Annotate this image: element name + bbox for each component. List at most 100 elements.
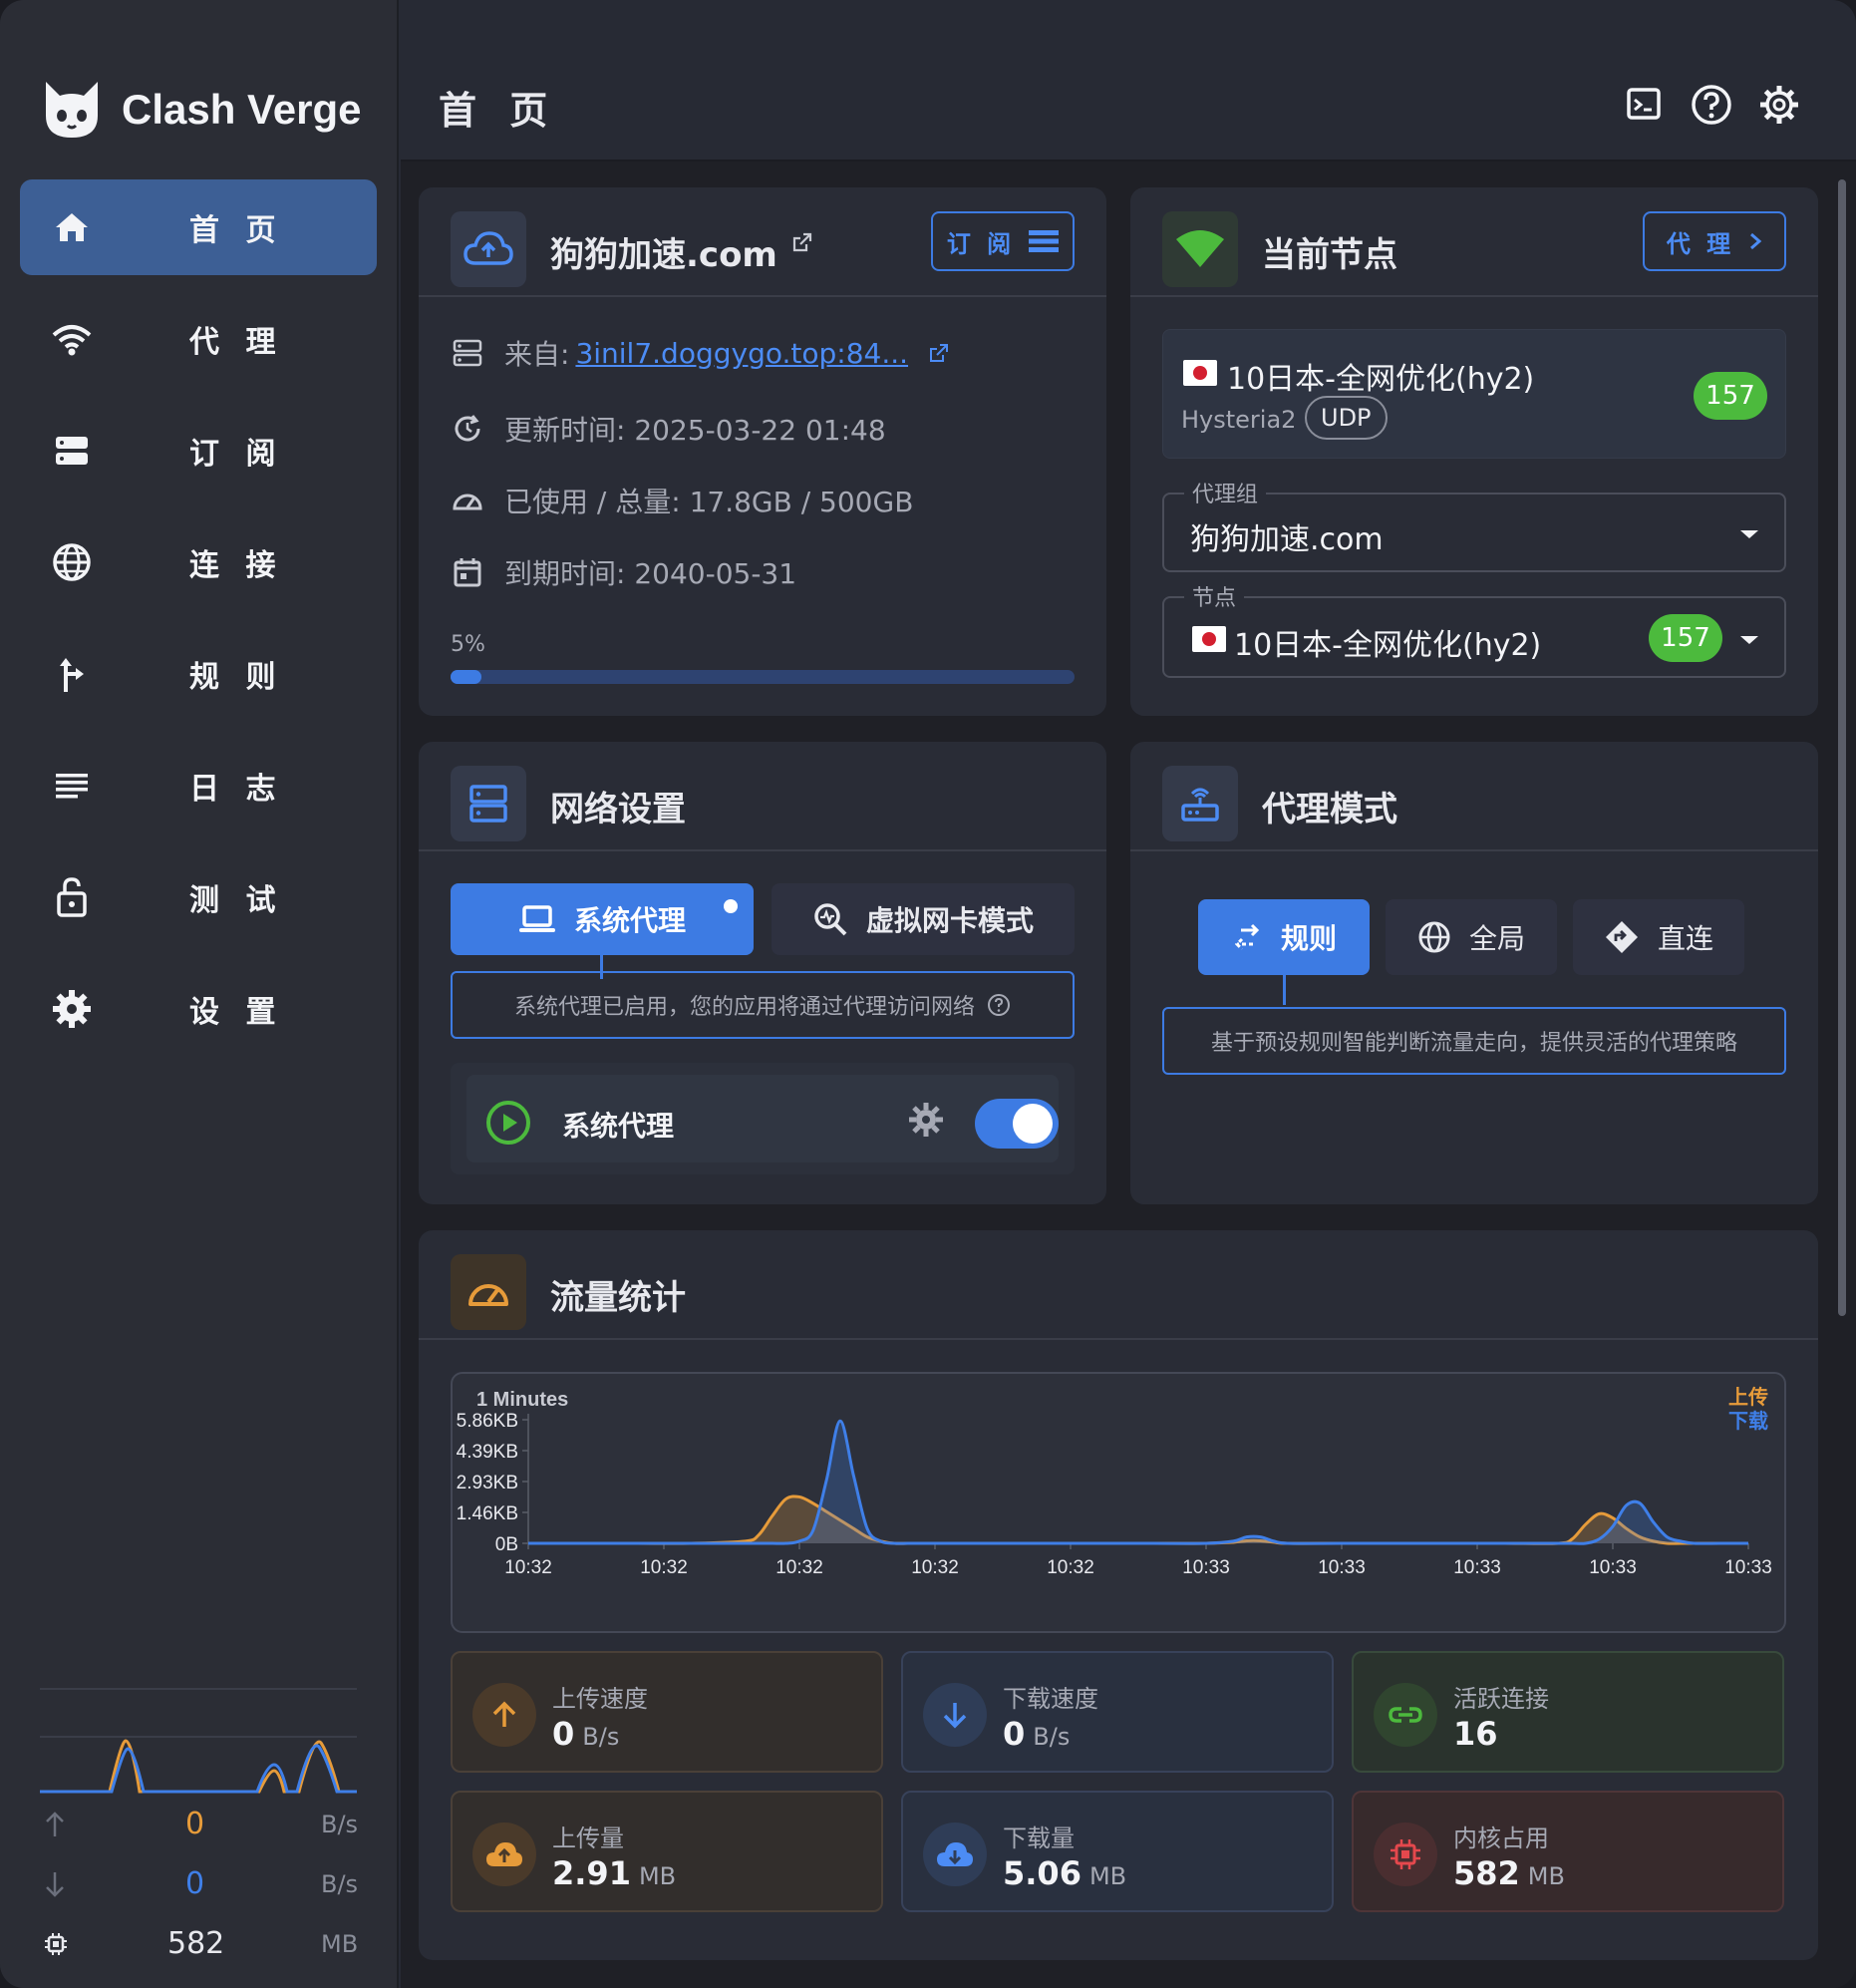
core-memory-stat: 内核占用 582 MB — [1352, 1791, 1784, 1912]
storage-icon — [453, 339, 482, 367]
external-link-icon[interactable] — [791, 231, 813, 253]
sidebar-item-proxy[interactable]: 代 理 — [20, 291, 377, 387]
gear-icon[interactable] — [907, 1101, 945, 1139]
network-settings-title: 网络设置 — [550, 790, 686, 829]
chart-x-tick-label: 10:32 — [911, 1557, 959, 1578]
arrow-up-icon — [46, 1812, 64, 1836]
speedometer-icon — [453, 494, 482, 510]
node-select[interactable]: 节点 10日本-全网优化(hy2) 157 — [1162, 580, 1786, 678]
fork-icon — [60, 658, 84, 692]
system-proxy-hint-text: 系统代理已启用，您的应用将通过代理访问网络 — [513, 995, 975, 1020]
source-label: 来自: — [504, 338, 570, 371]
page-title: 首 页 — [439, 89, 558, 133]
stat-value: 582 MB — [1453, 1854, 1565, 1892]
sidebar-upload-unit: B/s — [321, 1811, 359, 1838]
arrow-up-icon — [472, 1683, 536, 1747]
mode-direct-button[interactable]: 直连 — [1573, 899, 1744, 975]
current-node-name: 10日本-全网优化(hy2) — [1227, 362, 1535, 397]
upload-total-stat: 上传量 2.91 MB — [451, 1791, 883, 1912]
network-settings-card: 网络设置 系统代理 虚拟网卡模式 系统代理已启用，您的应用将通过代理访问网络 系… — [419, 742, 1106, 1204]
sidebar-upload-value: 0 — [185, 1807, 205, 1841]
lock-icon — [57, 877, 87, 917]
sidebar-item-subscription[interactable]: 订 阅 — [20, 403, 377, 498]
source-link[interactable]: 3inil7.doggygo.top:84... — [575, 337, 908, 370]
globe-icon — [1418, 921, 1450, 953]
current-node-title: 当前节点 — [1262, 235, 1397, 275]
sidebar-item-logs[interactable]: 日 志 — [20, 738, 377, 833]
chart-line-download — [528, 1419, 1748, 1545]
external-link-icon[interactable] — [928, 342, 950, 364]
mode-rule-label: 规则 — [1280, 922, 1337, 955]
proxy-group-value: 狗狗加速.com — [1190, 522, 1384, 557]
profile-expire-row: 到期时间: 2040-05-31 — [451, 552, 796, 592]
sidebar-divider — [40, 1688, 357, 1690]
proxy-button[interactable]: 代 理 — [1643, 211, 1786, 271]
mode-global-label: 全局 — [1468, 922, 1525, 955]
cloud-upload-icon — [472, 1822, 536, 1886]
terminal-icon[interactable] — [1621, 82, 1667, 128]
profile-source-row: 来自: 3inil7.doggygo.top:84... — [451, 333, 950, 373]
system-proxy-tab-label: 系统代理 — [573, 904, 686, 937]
sidebar-item-test[interactable]: 测 试 — [20, 849, 377, 945]
sidebar-traffic-graph — [40, 1736, 357, 1794]
sidebar-download-unit: B/s — [321, 1870, 359, 1898]
profile-usage-row: 已使用 / 总量: 17.8GB / 500GB — [451, 481, 913, 520]
active-dot — [724, 899, 738, 913]
subscription-button-label: 订 阅 — [946, 229, 1016, 258]
switch-knob — [1013, 1104, 1053, 1144]
chart-x-tick-label: 10:33 — [1318, 1557, 1366, 1578]
help-icon[interactable] — [1689, 82, 1734, 128]
tun-mode-tab[interactable]: 虚拟网卡模式 — [772, 883, 1075, 955]
gear-icon — [53, 990, 91, 1028]
directions-icon — [1605, 921, 1638, 953]
chart-y-tick-label: 1.46KB — [457, 1503, 518, 1524]
brand: Clash Verge — [40, 78, 361, 142]
sidebar-item-settings[interactable]: 设 置 — [20, 961, 377, 1057]
stat-value: 0 B/s — [1003, 1715, 1070, 1753]
stat-value: 2.91 MB — [552, 1854, 676, 1892]
chip-icon — [1374, 1822, 1437, 1886]
chevron-down-icon — [1740, 530, 1758, 538]
stat-value: 5.06 MB — [1003, 1854, 1126, 1892]
profile-updated-row: 更新时间: 2025-03-22 01:48 — [451, 409, 886, 449]
active-connections-stat: 活跃连接 16 — [1352, 1651, 1784, 1773]
chart-x-tick-label: 10:33 — [1724, 1557, 1772, 1578]
sidebar-item-connections[interactable]: 连 接 — [20, 514, 377, 610]
mode-global-button[interactable]: 全局 — [1386, 899, 1557, 975]
chart-y-tick-label: 0B — [495, 1534, 518, 1555]
chart-x-tick-label: 10:32 — [1047, 1557, 1094, 1578]
help-icon[interactable] — [987, 993, 1011, 1017]
sidebar-item-rules[interactable]: 规 则 — [20, 626, 377, 722]
settings-icon[interactable] — [1756, 82, 1802, 128]
sidebar-memory-unit: MB — [321, 1930, 359, 1958]
list-icon — [56, 774, 88, 799]
upload-speed-stat: 上传速度 0 B/s — [451, 1651, 883, 1773]
chevron-right-icon — [1750, 232, 1762, 250]
sidebar-memory-value: 582 — [167, 1926, 225, 1961]
sidebar-item-label: 订 阅 — [189, 437, 284, 472]
proxy-group-label: 代理组 — [1184, 477, 1267, 508]
sidebar-item-home[interactable]: 首 页 — [20, 179, 377, 275]
stat-label: 下载速度 — [1003, 1685, 1098, 1713]
list-icon — [1029, 230, 1060, 252]
sidebar-item-label: 连 接 — [189, 548, 284, 583]
subscription-button[interactable]: 订 阅 — [931, 211, 1075, 271]
current-node-box[interactable]: 10日本-全网优化(hy2) Hysteria2 UDP 157 — [1162, 329, 1786, 459]
system-proxy-switch[interactable] — [975, 1099, 1059, 1149]
storage-icon — [56, 437, 88, 465]
stat-number: 0 — [552, 1715, 575, 1753]
node-select-value: 10日本-全网优化(hy2) — [1234, 628, 1542, 663]
proxy-button-label: 代 理 — [1666, 229, 1735, 258]
chart-legend-download: 下载 — [1728, 1409, 1768, 1433]
home-icon — [56, 213, 88, 241]
stat-label: 上传速度 — [552, 1685, 648, 1713]
traffic-chart: 1 Minutes 5.86KB 4.39KB 2.93KB 1.46KB 0B 10:32… — [451, 1372, 1786, 1633]
mode-rule-button[interactable]: 规则 — [1198, 899, 1370, 975]
system-proxy-tab[interactable]: 系统代理 — [451, 883, 754, 955]
mode-hint: 基于预设规则智能判断流量走向，提供灵活的代理策略 — [1162, 1007, 1786, 1075]
header-bar — [401, 0, 1856, 162]
system-proxy-toggle-label: 系统代理 — [562, 1110, 675, 1143]
chart-x-tick-label: 10:32 — [775, 1557, 823, 1578]
scrollbar-thumb[interactable] — [1838, 179, 1846, 1316]
proxy-group-select[interactable]: 代理组 狗狗加速.com — [1162, 477, 1786, 572]
